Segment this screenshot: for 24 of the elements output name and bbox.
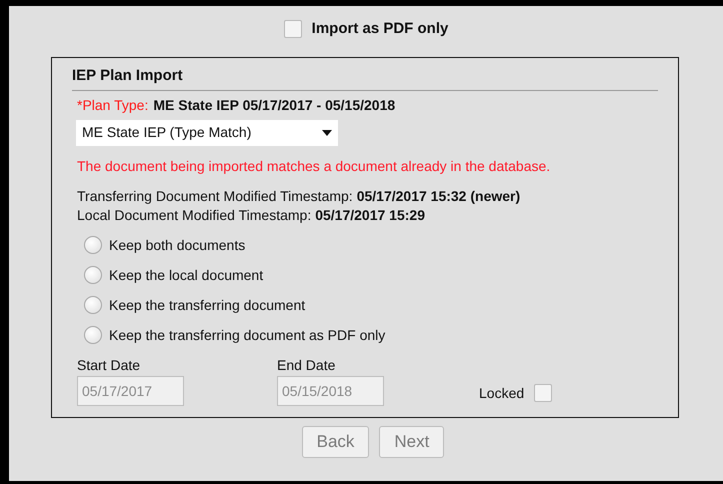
checkbox[interactable] [284,20,302,38]
panel-title: IEP Plan Import [72,66,183,84]
radio-label: Keep the transferring document as PDF only [109,326,386,345]
plan-type-dropdown[interactable]: ME State IEP (Type Match) [76,120,338,146]
radio-label: Keep the transferring document [109,296,306,315]
radio-button[interactable] [84,326,102,344]
radio-label: Keep both documents [109,236,246,255]
checkbox[interactable] [534,384,552,402]
radio-label: Keep the local document [109,266,264,285]
radio-button[interactable] [84,266,102,284]
field-label: Start Date [77,356,142,374]
radio-button[interactable] [84,236,102,254]
plan-type-value: ME State IEP 05/17/2017 - 05/15/2018 [153,96,396,114]
timestamp-label: Transferring Document Modified Timestamp: [77,186,353,206]
warning-message: The document being imported matches a document already in the database. [76,156,552,176]
timestamp-value: 05/17/2017 15:32 (newer) [356,186,520,206]
checkbox-label: Import as PDF only [312,19,448,39]
field-label: End Date [277,356,336,374]
timestamp-value: 05/17/2017 15:29 [315,206,425,224]
timestamp-label: Local Document Modified Timestamp: [77,206,312,224]
checkbox-label: Locked [479,384,524,402]
radio-button[interactable] [84,296,102,314]
caret-icon [322,130,332,136]
field-label: *Plan Type: [77,96,148,115]
